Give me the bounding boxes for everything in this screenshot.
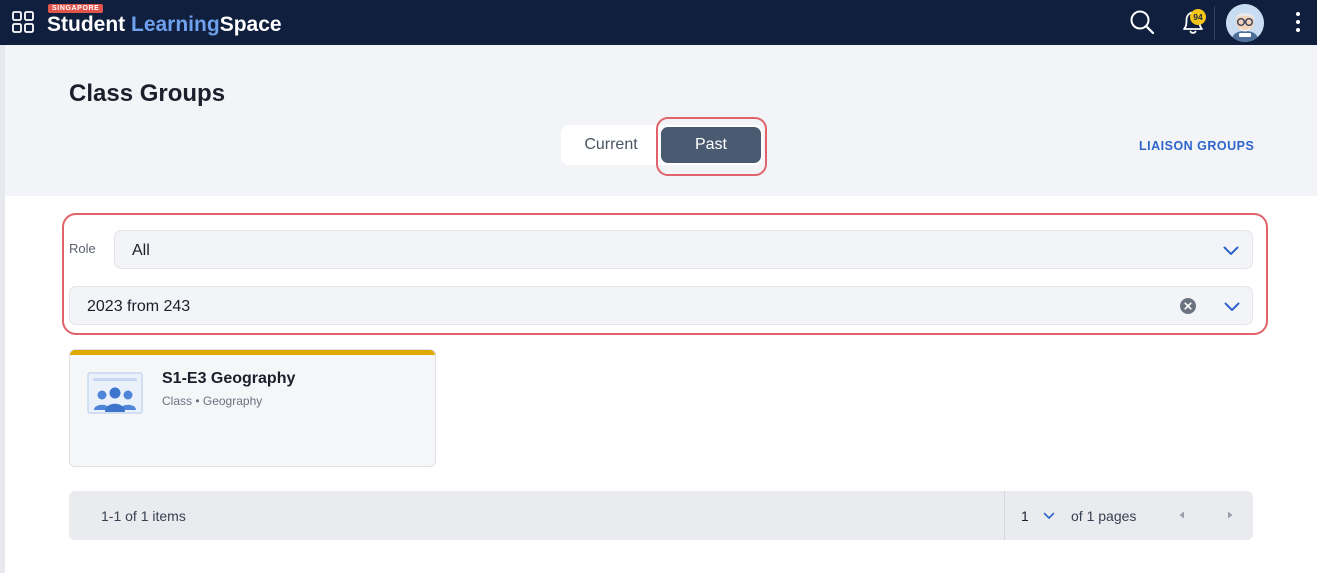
role-label: Role: [69, 241, 96, 256]
app-name-word-3: Space: [219, 13, 282, 36]
previous-page-icon[interactable]: [1175, 507, 1189, 523]
top-navigation-bar: SINGAPORE Student LearningSpace 94: [0, 0, 1317, 45]
page-number-select[interactable]: 1: [1013, 500, 1065, 531]
current-past-toggle: Current Past: [561, 125, 763, 165]
chevron-down-icon: [1223, 246, 1239, 255]
card-subtitle: Class • Geography: [162, 394, 263, 408]
year-select-value: 2023 from 243: [87, 298, 191, 315]
liaison-groups-link[interactable]: LIAISON GROUPS: [1139, 139, 1254, 153]
tab-past[interactable]: Past: [661, 127, 761, 163]
page-title: Class Groups: [69, 80, 226, 107]
tab-current[interactable]: Current: [561, 125, 661, 165]
current-page-number: 1: [1021, 508, 1029, 524]
notification-count-badge: 94: [1190, 9, 1206, 25]
role-select[interactable]: All: [114, 230, 1253, 269]
grid-apps-icon[interactable]: [12, 11, 34, 33]
card-title: S1-E3 Geography: [162, 370, 296, 387]
app-name-word-1: Student: [47, 13, 126, 36]
items-count: 1-1 of 1 items: [101, 508, 186, 524]
avatar[interactable]: [1226, 4, 1264, 42]
chevron-down-icon[interactable]: [1224, 302, 1240, 312]
card-accent-bar: [70, 350, 435, 355]
pagination-bar: 1-1 of 1 items 1 of 1 pages: [69, 491, 1253, 540]
app-name: Student LearningSpace: [47, 12, 282, 38]
kebab-menu-icon[interactable]: [1293, 11, 1303, 33]
topbar-divider: [1214, 6, 1215, 40]
chevron-down-icon: [1043, 512, 1055, 519]
pagination-divider: [1004, 491, 1005, 540]
year-select[interactable]: 2023 from 243: [69, 286, 1253, 325]
class-group-icon: [87, 372, 143, 414]
clear-icon[interactable]: [1180, 298, 1196, 314]
search-icon[interactable]: [1129, 9, 1155, 35]
next-page-icon[interactable]: [1223, 507, 1237, 523]
role-select-value: All: [132, 242, 150, 259]
class-group-card[interactable]: S1-E3 Geography Class • Geography: [69, 349, 436, 467]
page-header: [5, 45, 1317, 196]
avatar-icon: [1226, 4, 1264, 42]
total-pages-label: of 1 pages: [1071, 508, 1137, 524]
app-name-word-2: Learning: [131, 13, 220, 36]
